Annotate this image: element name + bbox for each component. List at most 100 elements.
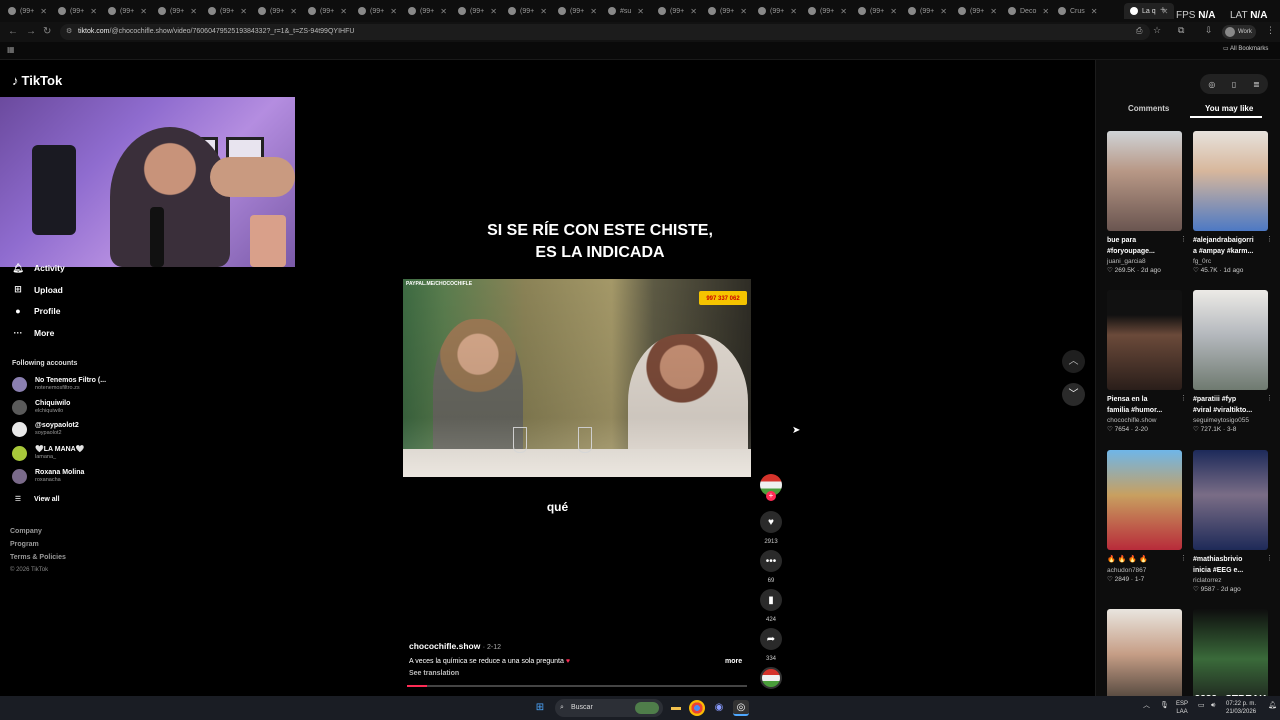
save-action[interactable]: ▮ 424 bbox=[758, 589, 784, 623]
video-progress-bar[interactable] bbox=[407, 685, 747, 687]
close-tab-icon[interactable]: ✕ bbox=[290, 7, 297, 16]
reload-icon[interactable]: ↻ bbox=[43, 26, 51, 37]
share-action[interactable]: ➦ 334 bbox=[758, 628, 784, 662]
active-browser-icon[interactable]: ◎ bbox=[733, 700, 749, 716]
tab-comments[interactable]: Comments bbox=[1128, 104, 1169, 113]
card-username[interactable]: fg_0rc bbox=[1193, 258, 1269, 265]
browser-tab[interactable]: (99+ ✕ bbox=[158, 3, 197, 19]
card-username[interactable]: chocochifle.show bbox=[1107, 417, 1183, 424]
share-icon[interactable]: ➦ bbox=[760, 628, 782, 650]
bookmark-icon[interactable]: ▮ bbox=[760, 589, 782, 611]
browser-tab[interactable]: (99+ ✕ bbox=[458, 3, 497, 19]
browser-tab[interactable]: (99+ ✕ bbox=[108, 3, 147, 19]
site-info-icon[interactable]: ⚙ bbox=[66, 24, 72, 40]
browser-tab[interactable]: (99+ ✕ bbox=[8, 3, 47, 19]
downloads-icon[interactable]: ⇩ bbox=[1205, 25, 1213, 36]
browser-tab[interactable]: (99+ ✕ bbox=[658, 3, 697, 19]
card-menu-icon[interactable]: ⋮ bbox=[1180, 235, 1187, 243]
browser-tab[interactable]: (99+ ✕ bbox=[708, 3, 747, 19]
apps-grid-icon[interactable]: ▦ bbox=[7, 45, 15, 54]
close-tab-icon[interactable]: ✕ bbox=[840, 7, 847, 16]
close-tab-icon[interactable]: ✕ bbox=[90, 7, 97, 16]
nav-more[interactable]: ··· More bbox=[12, 328, 55, 338]
recommended-video-card[interactable]: bue para #foryoupage... juani_garcia8 ♡ 269… bbox=[1107, 131, 1187, 274]
close-tab-icon[interactable]: ✕ bbox=[490, 7, 497, 16]
browser-tab[interactable]: (99+ ✕ bbox=[358, 3, 397, 19]
browser-tab[interactable]: (99+ ✕ bbox=[308, 3, 347, 19]
tray-chevron-icon[interactable]: ︿ bbox=[1143, 702, 1150, 710]
taskbar-search[interactable]: ⌕ Buscar bbox=[555, 699, 663, 717]
browser-tab[interactable]: (99+ ✕ bbox=[758, 3, 797, 19]
card-menu-icon[interactable]: ⋮ bbox=[1266, 235, 1273, 243]
new-tab-icon[interactable]: + bbox=[1160, 5, 1166, 16]
browser-tab[interactable]: (99+ ✕ bbox=[908, 3, 947, 19]
view-mode-toggle[interactable]: ◎ ▯ ≣ bbox=[1200, 74, 1268, 94]
close-tab-icon[interactable]: ✕ bbox=[540, 7, 547, 16]
comment-action[interactable]: ••• 69 bbox=[758, 550, 784, 584]
previous-video-button[interactable]: ︿ bbox=[1062, 350, 1085, 373]
recommended-video-card[interactable] bbox=[1107, 609, 1183, 709]
close-tab-icon[interactable]: ✕ bbox=[390, 7, 397, 16]
recommended-video-card[interactable]: #mathiasbrivio inicia #EEG e... riclatorre… bbox=[1193, 450, 1273, 593]
next-video-button[interactable]: ﹀ bbox=[1062, 383, 1085, 406]
extensions-icon[interactable]: ⧉ bbox=[1178, 25, 1184, 36]
footer-terms-link[interactable]: Terms & Policies bbox=[10, 554, 66, 561]
install-app-icon[interactable]: ⎙ bbox=[1136, 26, 1142, 36]
url-field[interactable]: ⚙ tiktok.com/@chocochifle.show/video/760… bbox=[60, 24, 1150, 40]
recommended-video-card[interactable]: 2282x STREAK bbox=[1193, 609, 1269, 709]
close-tab-icon[interactable]: ✕ bbox=[637, 7, 644, 16]
video-player[interactable]: PAYPAL.ME/CHOCOCHIFLE 997 337 062 bbox=[403, 279, 751, 477]
microphone-tray-icon[interactable]: 🎙︎ bbox=[1160, 702, 1169, 710]
discord-icon[interactable]: ◉ bbox=[711, 700, 727, 716]
close-tab-icon[interactable]: ✕ bbox=[940, 7, 947, 16]
browser-tab[interactable]: (99+ ✕ bbox=[258, 3, 297, 19]
back-icon[interactable]: ← bbox=[8, 26, 18, 37]
browser-tab[interactable]: Deco ✕ bbox=[1008, 3, 1049, 19]
browser-tab[interactable]: (99+ ✕ bbox=[558, 3, 597, 19]
video-thumbnail[interactable] bbox=[1107, 609, 1182, 709]
clock[interactable]: 07:22 p. m. 21/03/2026 bbox=[1226, 700, 1256, 716]
video-thumbnail[interactable] bbox=[1193, 290, 1268, 390]
close-tab-icon[interactable]: ✕ bbox=[40, 7, 47, 16]
phone-icon[interactable]: ▯ bbox=[1232, 80, 1236, 89]
tab-you-may-like[interactable]: You may like bbox=[1205, 104, 1253, 113]
following-account[interactable]: No Tenemos Filtro (... notenemosfiltro.zs bbox=[12, 377, 106, 392]
nav-upload[interactable]: ⊞ Upload bbox=[12, 284, 63, 295]
browser-tab[interactable]: (99+ ✕ bbox=[508, 3, 547, 19]
chrome-icon[interactable] bbox=[689, 700, 705, 716]
close-tab-icon[interactable]: ✕ bbox=[990, 7, 997, 16]
close-tab-icon[interactable]: ✕ bbox=[1091, 7, 1098, 16]
network-icon[interactable]: ▭ bbox=[1198, 702, 1205, 710]
view-all-following[interactable]: ☰ View all bbox=[12, 495, 60, 504]
browser-tab[interactable]: (99+ ✕ bbox=[808, 3, 847, 19]
following-account[interactable]: Chiquiwilo elchiquiwilo bbox=[12, 400, 70, 415]
card-menu-icon[interactable]: ⋮ bbox=[1180, 554, 1187, 562]
card-menu-icon[interactable]: ⋮ bbox=[1180, 394, 1187, 402]
close-tab-icon[interactable]: ✕ bbox=[440, 7, 447, 16]
browser-tab[interactable]: (99+ ✕ bbox=[408, 3, 447, 19]
comment-icon[interactable]: ••• bbox=[760, 550, 782, 572]
close-tab-icon[interactable]: ✕ bbox=[340, 7, 347, 16]
see-translation-link[interactable]: See translation bbox=[409, 670, 459, 677]
description-more-link[interactable]: more bbox=[725, 658, 742, 665]
close-tab-icon[interactable]: ✕ bbox=[140, 7, 147, 16]
compass-icon[interactable]: ◎ bbox=[1208, 80, 1215, 89]
browser-tab[interactable]: #su ✕ bbox=[608, 3, 644, 19]
close-tab-icon[interactable]: ✕ bbox=[790, 7, 797, 16]
following-account[interactable]: 🤍LA MANA🤍 lamana_ bbox=[12, 446, 84, 461]
browser-tab[interactable]: Crus ✕ bbox=[1058, 3, 1097, 19]
card-username[interactable]: seguimeytosigo055 bbox=[1193, 417, 1269, 424]
recommended-video-card[interactable]: 🔥 🔥 🔥 🔥 achudon7867 ♡ 2849 · 1-7 ⋮ bbox=[1107, 450, 1187, 583]
recommended-video-card[interactable]: Piensa en la familia #humor... chocochifle… bbox=[1107, 290, 1187, 433]
all-bookmarks-link[interactable]: ▭ All Bookmarks bbox=[1223, 45, 1268, 52]
close-tab-icon[interactable]: ✕ bbox=[890, 7, 897, 16]
browser-tab[interactable]: (99+ ✕ bbox=[208, 3, 247, 19]
close-tab-icon[interactable]: ✕ bbox=[590, 7, 597, 16]
close-tab-icon[interactable]: ✕ bbox=[240, 7, 247, 16]
browser-tab[interactable]: (99+ ✕ bbox=[958, 3, 997, 19]
footer-company-link[interactable]: Company bbox=[10, 528, 42, 535]
card-menu-icon[interactable]: ⋮ bbox=[1266, 554, 1273, 562]
list-view-icon[interactable]: ≣ bbox=[1253, 80, 1260, 89]
forward-icon[interactable]: → bbox=[26, 26, 36, 37]
close-tab-icon[interactable]: ✕ bbox=[740, 7, 747, 16]
